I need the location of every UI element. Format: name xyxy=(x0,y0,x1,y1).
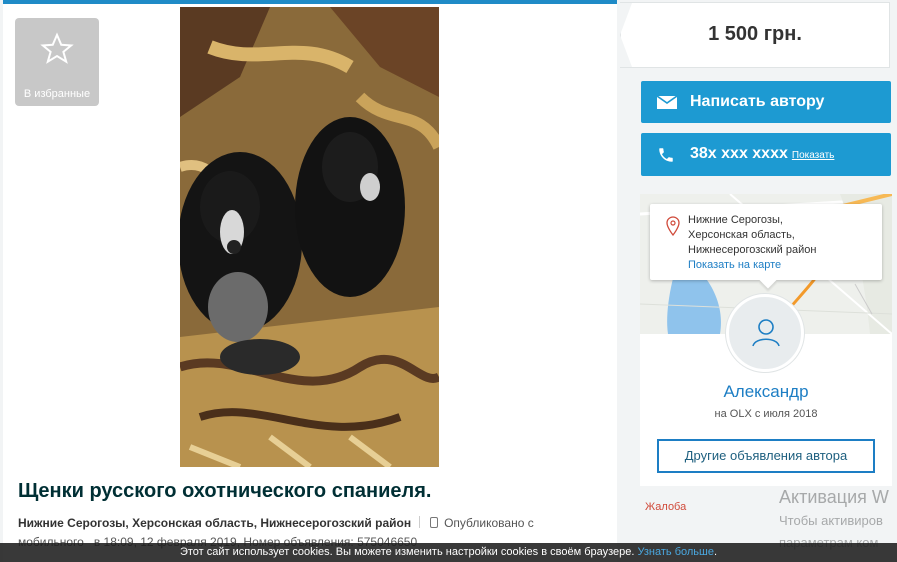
published-prefix: Опубликовано с xyxy=(444,516,534,530)
listing-title: Щенки русского охотнического спаниеля. xyxy=(18,480,432,502)
envelope-icon xyxy=(657,96,677,109)
activation-line-1: Чтобы активиров xyxy=(779,513,883,528)
other-ads-button[interactable]: Другие объявления автора xyxy=(657,439,875,473)
avatar[interactable] xyxy=(726,294,804,372)
location-line-1: Нижние Серогозы, xyxy=(688,214,783,226)
listing-location: Нижние Серогозы, Херсонская область, Ниж… xyxy=(18,516,412,530)
author-card: Нижние Серогозы, Херсонская область, Ниж… xyxy=(640,194,892,486)
mobile-icon xyxy=(430,517,439,528)
divider xyxy=(419,516,421,528)
activation-title: Активация W xyxy=(779,487,889,507)
complain-link[interactable]: Жалоба xyxy=(645,501,686,513)
location-popup: Нижние Серогозы, Херсонская область, Ниж… xyxy=(650,204,882,289)
phone-button[interactable]: 38x xxx xxxx Показать xyxy=(641,133,891,176)
star-icon xyxy=(40,32,74,64)
show-on-map-link[interactable]: Показать на карте xyxy=(688,258,816,273)
message-author-label: Написать автору xyxy=(690,93,825,110)
message-author-button[interactable]: Написать автору xyxy=(641,81,891,123)
cookie-learn-more-link[interactable]: Узнать больше xyxy=(638,546,714,558)
location-line-3: Нижнесерогозский район xyxy=(688,244,817,256)
price-box: 1 500 грн. xyxy=(620,2,890,68)
phone-number-label: 38x xxx xxxx Показать xyxy=(690,145,834,163)
favorites-button[interactable]: В избранные xyxy=(15,18,99,106)
listing-photo[interactable] xyxy=(180,7,439,467)
location-line-2: Херсонская область, xyxy=(688,229,795,241)
location-lines: Нижние Серогозы, Херсонская область, Ниж… xyxy=(688,213,816,273)
listing-main: В избранные Щенки русского охотнического… xyxy=(3,0,617,562)
user-icon xyxy=(752,319,780,347)
cookie-text: Этот сайт использует cookies. Вы можете … xyxy=(179,546,635,558)
cookie-end: . xyxy=(713,546,718,558)
favorites-label: В избранные xyxy=(23,88,91,100)
phone-number: 38x xxx xxxx xyxy=(690,145,788,162)
cookie-banner: Этот сайт использует cookies. Вы можете … xyxy=(0,543,897,562)
user-since: на OLX с июля 2018 xyxy=(714,408,818,420)
phone-show-link[interactable]: Показать xyxy=(792,150,835,161)
phone-icon xyxy=(659,148,673,162)
location-pin-icon xyxy=(666,216,680,236)
user-name[interactable]: Александр xyxy=(640,382,892,402)
price: 1 500 грн. xyxy=(708,23,802,45)
